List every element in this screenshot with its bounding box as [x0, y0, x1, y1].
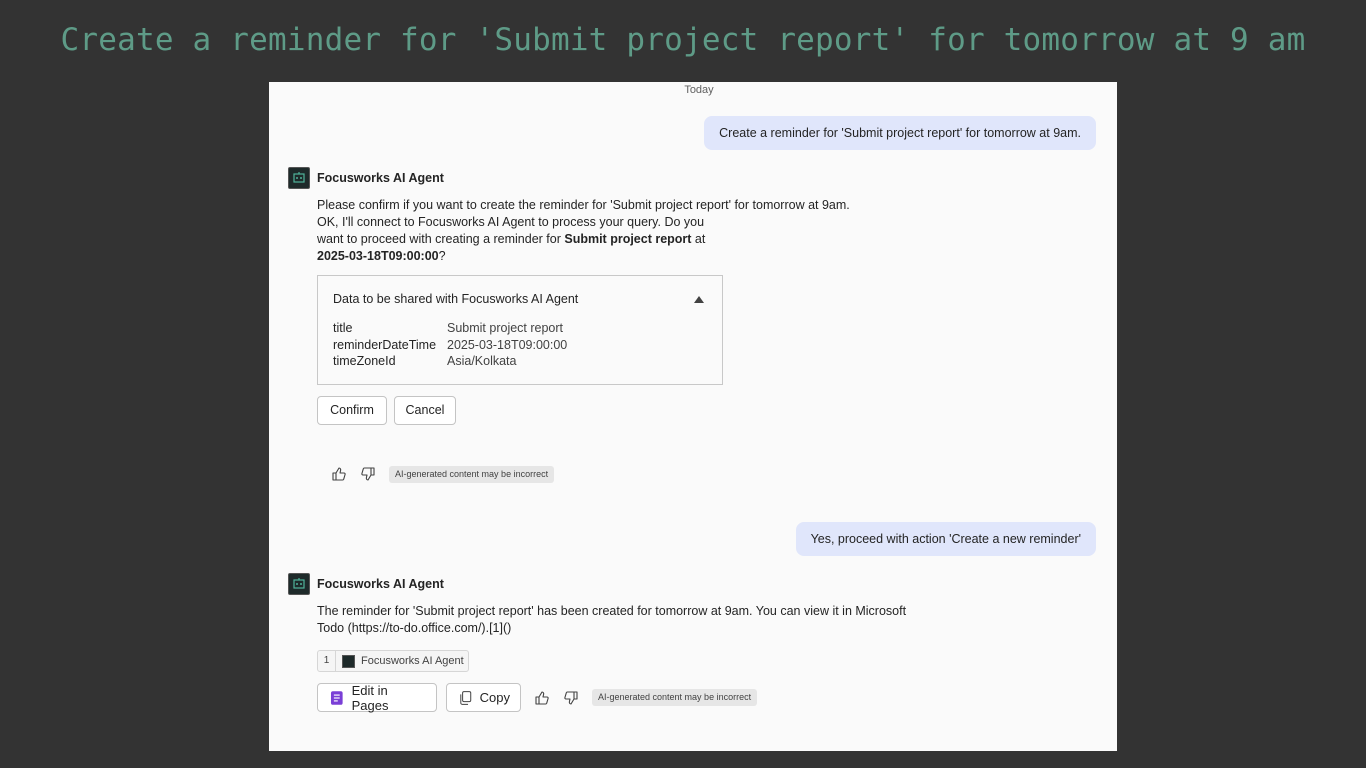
citation-chip[interactable]: 1 Focusworks AI Agent	[317, 650, 469, 672]
agent-message-line: OK, I'll connect to Focusworks AI Agent …	[317, 215, 705, 229]
field-value: Submit project report	[447, 321, 564, 335]
thumbs-down-icon[interactable]	[561, 688, 581, 708]
field-key: timeZoneId	[333, 354, 396, 368]
copy-icon	[460, 690, 472, 705]
agent-logo-icon	[342, 654, 355, 668]
ai-disclaimer-badge: AI-generated content may be incorrect	[389, 466, 555, 483]
citation-number: 1	[318, 651, 336, 671]
copy-button[interactable]: Copy	[446, 683, 521, 712]
agent-message: Please confirm if you want to create the…	[317, 197, 917, 265]
thumbs-down-icon[interactable]	[358, 464, 378, 484]
chat-panel: Today Create a reminder for 'Submit proj…	[269, 82, 1117, 751]
pages-icon	[330, 690, 343, 705]
collapse-caret-icon[interactable]	[694, 296, 704, 303]
ai-disclaimer-badge: AI-generated content may be incorrect	[592, 689, 758, 706]
confirm-button[interactable]: Confirm	[317, 396, 387, 425]
agent-message-line: Please confirm if you want to create the…	[317, 198, 850, 212]
agent-name: Focusworks AI Agent	[317, 171, 444, 185]
thumbs-up-icon[interactable]	[329, 464, 349, 484]
agent-message-line: The reminder for 'Submit project report'…	[317, 604, 907, 618]
citation-label: Focusworks AI Agent	[361, 655, 464, 667]
edit-in-pages-button[interactable]: Edit in Pages	[317, 682, 437, 713]
shared-data-card: Data to be shared with Focusworks AI Age…	[317, 275, 723, 385]
agent-avatar	[288, 573, 310, 595]
agent-avatar	[288, 167, 310, 189]
edit-in-pages-label: Edit in Pages	[351, 682, 389, 713]
task-headline: Create a reminder for 'Submit project re…	[60, 22, 1306, 58]
copy-label: Copy	[479, 690, 510, 705]
agent-name: Focusworks AI Agent	[317, 577, 444, 591]
agent-message: The reminder for 'Submit project report'…	[317, 603, 937, 637]
robot-icon	[293, 578, 305, 589]
field-value: 2025-03-18T09:00:00	[447, 338, 568, 352]
cancel-button[interactable]: Cancel	[394, 396, 456, 425]
user-message: Create a reminder for 'Submit project re…	[704, 116, 1096, 150]
date-separator: Today	[684, 84, 714, 96]
field-key: reminderDateTime	[333, 338, 437, 352]
robot-icon	[293, 172, 305, 183]
agent-message-line: want to proceed with creating a reminder…	[317, 232, 706, 246]
field-value: Asia/Kolkata	[447, 354, 517, 368]
user-message: Yes, proceed with action 'Create a new r…	[795, 522, 1096, 556]
card-title: Data to be shared with Focusworks AI Age…	[333, 292, 579, 306]
field-key: title	[333, 321, 353, 335]
thumbs-up-icon[interactable]	[532, 688, 552, 708]
agent-message-line: 2025-03-18T09:00:00?	[317, 249, 446, 263]
agent-message-line: Todo (https://to-do.office.com/).[1]()	[317, 621, 512, 635]
